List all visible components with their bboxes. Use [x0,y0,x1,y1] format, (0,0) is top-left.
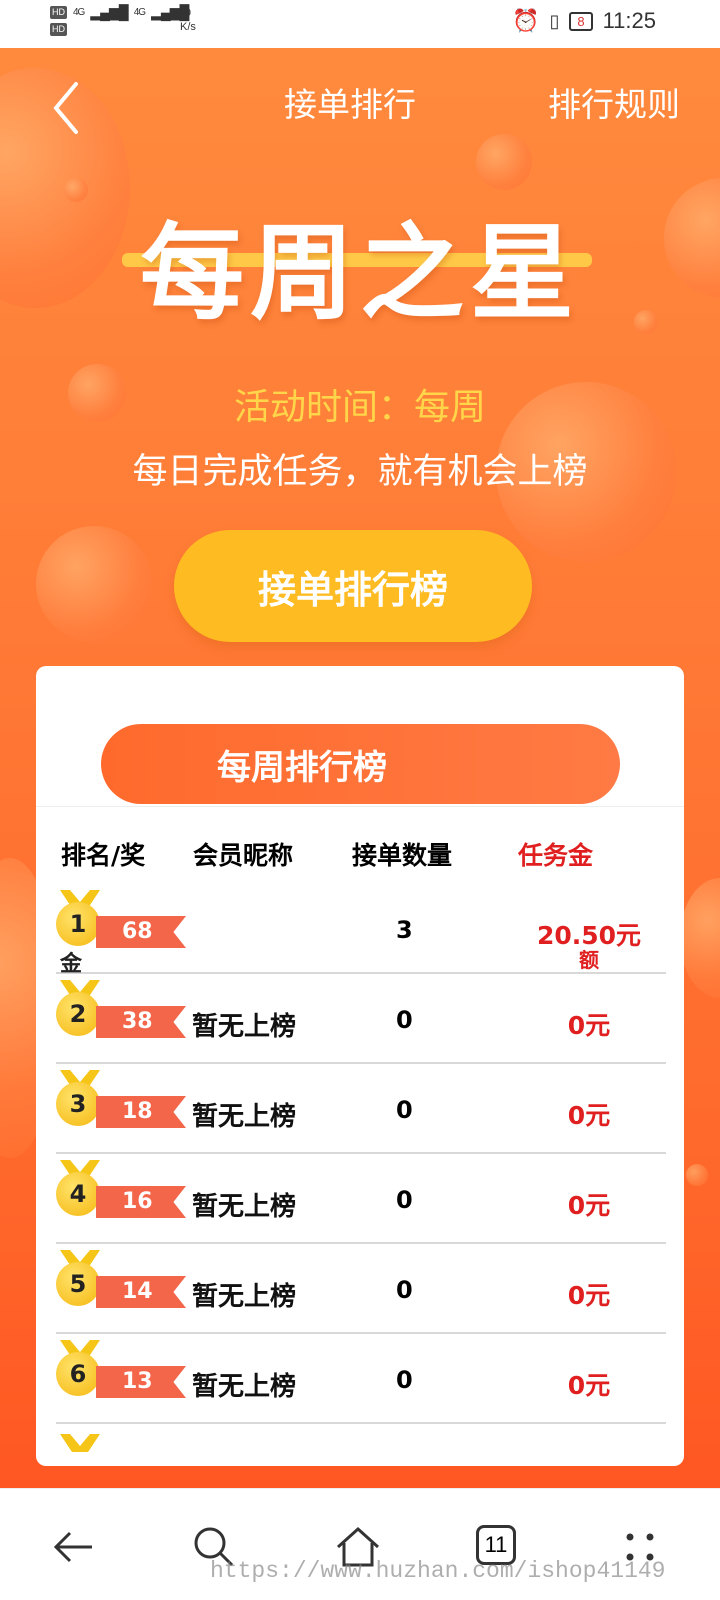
back-arrow-icon[interactable] [50,80,90,136]
decor-bubble [680,878,720,998]
order-ranking-button[interactable]: 接单排行榜 [174,530,532,642]
bonus-flag: 68 [96,916,186,948]
speed-unit: K/s [180,21,196,33]
rank-number: 6 [56,1352,100,1396]
sim-indicators: HD 4G ▂▄▆█ 4G ▂▄▆█ HD [50,4,189,36]
bonus-flag: 14 [96,1276,186,1308]
page-title: 接单排行 [284,85,416,124]
rules-link[interactable]: 排行规则 [548,78,680,126]
network-speed: 0 K/s [180,6,196,34]
alarm-icon: ⏰ [512,8,540,33]
column-nickname: 会员昵称 [193,841,294,870]
rank-number: 5 [56,1262,100,1306]
bonus-flag: 13 [96,1366,186,1398]
speed-value: 0 [184,7,192,19]
member-nickname: 暂无上榜 [192,1012,297,1042]
table-row[interactable]: 3 18 暂无上榜 0 0元 [56,1064,666,1154]
column-reward: 任务金 [518,841,594,870]
signal-icon-2: 4G [133,7,146,18]
column-rank: 排名/奖 [61,841,146,870]
signal-bars-icon-1: ▂▄▆█ [90,4,128,20]
bonus-flag: 16 [96,1186,186,1218]
status-bar: HD 4G ▂▄▆█ 4G ▂▄▆█ HD 0 K/s ⏰ ▯ 8 11:25 [0,0,720,48]
vibrate-icon: ▯ [549,10,560,31]
member-nickname: 暂无上榜 [192,1102,297,1132]
order-count: 0 [396,1096,413,1124]
hero-title: 每周之星 [139,212,580,334]
decor-bubble [686,1164,708,1186]
table-row[interactable]: 4 16 暂无上榜 0 0元 [56,1154,666,1244]
table-row[interactable]: 5 14 暂无上榜 0 0元 [56,1244,666,1334]
order-count: 3 [396,916,413,944]
reward-amount: 0元 [567,1281,611,1310]
hd-badge-1: HD [50,6,67,19]
member-nickname: 暂无上榜 [192,1282,297,1312]
order-count: 0 [396,1276,413,1304]
watermark: https://www.huzhan.com/ishop41149 [210,1558,666,1584]
hero-section: 接单排行 排行规则 每周之星 活动时间：每周 每日完成任务，就有机会上榜 接单排… [0,48,720,1488]
order-count: 0 [396,1366,413,1394]
bonus-flag: 18 [96,1096,186,1128]
hd-badge-2: HD [50,23,67,36]
rank-number: 4 [56,1172,100,1216]
status-time: 11:25 [602,8,656,33]
decor-bubble [476,134,532,190]
reward-amount: 0元 [567,1191,611,1220]
hero-subtitle: 每日完成任务，就有机会上榜 [132,452,588,492]
decor-bubble [36,526,152,642]
divider [36,806,684,807]
column-order-count: 接单数量 [352,841,453,870]
ranking-card: 每周排行榜 排名/奖 会员昵称 接单数量 任务金 1 68 金 3 20.50元… [36,666,684,1466]
battery-icon: 8 [569,11,593,31]
medal-icon [56,1434,104,1488]
table-row[interactable]: 2 38 暂无上榜 0 0元 [56,974,666,1064]
member-nickname: 暂无上榜 [192,1372,297,1402]
table-header: 排名/奖 会员昵称 接单数量 任务金 [36,836,684,876]
reward-amount: 0元 [567,1011,611,1040]
rank-number: 1 [56,902,100,946]
member-nickname: 暂无上榜 [192,1192,297,1222]
rank-number: 2 [56,992,100,1036]
order-count: 0 [396,1006,413,1034]
table-row[interactable] [56,1424,666,1464]
reward-amount: 0元 [567,1371,611,1400]
weekly-ranking-header[interactable]: 每周排行榜 [101,724,620,804]
reward-amount: 0元 [567,1101,611,1130]
reward-suffix: 额 [579,948,599,972]
bonus-flag: 38 [96,1006,186,1038]
table-row[interactable]: 1 68 金 3 20.50元 额 [56,884,666,977]
signal-icon-1: 4G [73,7,85,18]
activity-time: 活动时间：每周 [233,387,486,428]
ranking-list: 1 68 金 3 20.50元 额 2 38 暂无上榜 0 0元 3 18 暂无… [56,884,666,1464]
back-icon[interactable] [50,1523,98,1571]
table-row[interactable]: 6 13 暂无上榜 0 0元 [56,1334,666,1424]
order-count: 0 [396,1186,413,1214]
rank-number: 3 [56,1082,100,1126]
